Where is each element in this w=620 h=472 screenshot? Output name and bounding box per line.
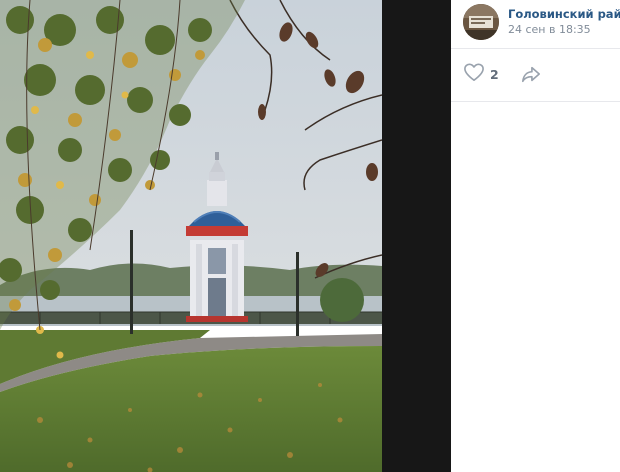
- post-photo[interactable]: [0, 0, 382, 472]
- post-side-panel: Головинский район 24 сен в 18:35 2: [451, 0, 620, 472]
- post-actions-bar: 2: [451, 49, 620, 102]
- share-button[interactable]: [520, 64, 544, 86]
- heart-outline-icon: [463, 62, 485, 86]
- post-date[interactable]: 24 сен в 18:35: [508, 23, 591, 36]
- like-button[interactable]: 2: [463, 63, 499, 85]
- avatar[interactable]: [463, 4, 499, 40]
- author-name-link[interactable]: Головинский район: [508, 7, 620, 21]
- like-count: 2: [490, 66, 499, 82]
- share-arrow-icon: [520, 66, 542, 88]
- viewer-background-strip: [382, 0, 451, 472]
- post-header: Головинский район 24 сен в 18:35: [451, 0, 620, 49]
